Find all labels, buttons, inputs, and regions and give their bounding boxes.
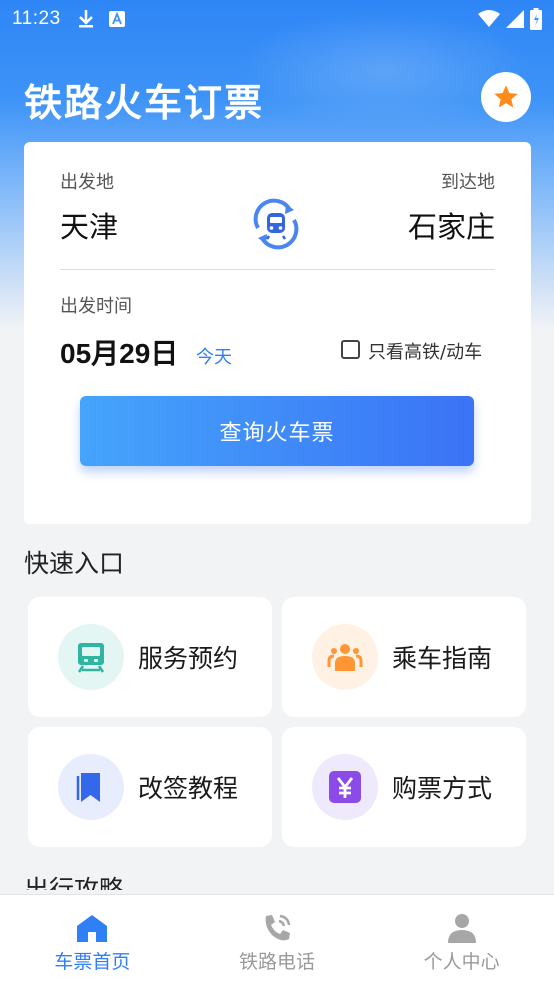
book-icon [58,754,124,820]
card-divider [60,269,495,270]
to-city[interactable]: 石家庄 [408,204,495,246]
tile-label: 改签教程 [138,774,239,803]
to-label: 到达地 [441,172,495,193]
tab-label: 个人中心 [423,951,500,973]
tile-label: 服务预约 [138,644,239,673]
train-icon [58,624,124,690]
bottom-tab-bar: 车票首页 铁路电话 个人中心 [0,894,554,984]
swap-train-icon [253,198,299,250]
tab-label: 铁路电话 [239,951,316,973]
home-icon [77,915,108,942]
quick-service-booking[interactable]: 服务预约 [28,597,272,717]
quick-purchase-methods[interactable]: 购票方式 [282,727,526,847]
search-card: 出发地 到达地 天津 石家庄 出发时间 05月29日 今天 只看高铁/动车 查询… [24,142,531,524]
from-city[interactable]: 天津 [60,204,118,246]
status-time: 11:23 [12,8,61,29]
today-badge: 今天 [196,347,232,368]
quick-boarding-guide[interactable]: 乘车指南 [282,597,526,717]
star-icon [494,85,518,108]
font-app-icon [108,11,125,27]
search-tickets-button[interactable]: 查询火车票 [80,396,474,466]
status-bar: 11:23 [0,0,554,38]
signal-icon [506,10,524,28]
travel-guide-title: 出行攻略 [24,864,224,890]
quick-entry-title: 快速入口 [24,549,125,578]
high-speed-label[interactable]: 只看高铁/动车 [368,338,482,364]
wifi-icon [478,10,500,27]
travel-guide-title-text: 出行攻略 [24,875,125,890]
swap-stations-button[interactable] [250,198,302,250]
tab-label: 车票首页 [54,951,131,973]
favorite-button[interactable] [481,72,531,122]
download-icon [78,10,93,28]
from-label: 出发地 [60,172,114,193]
phone-icon [265,914,291,941]
tab-profile[interactable]: 个人中心 [369,895,554,984]
tile-label: 乘车指南 [392,644,493,673]
tile-label: 购票方式 [392,774,493,803]
person-icon [447,914,476,943]
tab-railway-phone[interactable]: 铁路电话 [185,895,370,984]
tab-home[interactable]: 车票首页 [0,895,185,984]
people-icon [312,624,378,690]
app-title: 铁路火车订票 [24,81,265,125]
quick-rebook-tutorial[interactable]: 改签教程 [28,727,272,847]
battery-icon [530,8,542,30]
yen-icon [312,754,378,820]
date-label: 出发时间 [60,296,132,317]
high-speed-checkbox[interactable] [341,340,360,359]
departure-date[interactable]: 05月29日 [60,332,178,372]
